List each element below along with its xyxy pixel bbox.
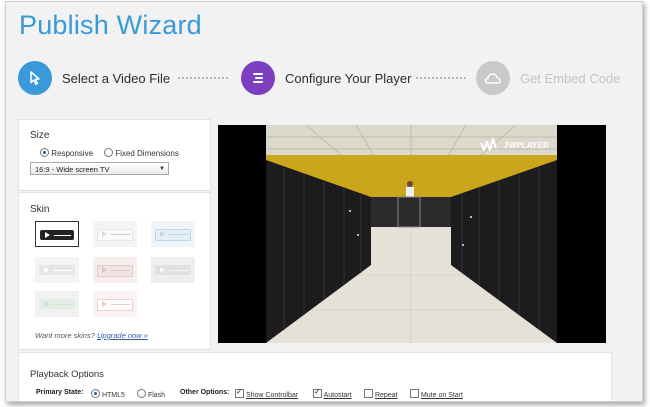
skin-option[interactable] (93, 257, 137, 283)
responsive-radio[interactable] (40, 148, 49, 157)
jwplayer-label: JWPLAYER (503, 140, 549, 150)
autostart-option[interactable]: Autostart (313, 387, 352, 399)
page-title: Publish Wizard (19, 10, 202, 40)
flash-label: Flash (147, 392, 166, 399)
jwplayer-watermark: JWPLAYER (479, 137, 549, 153)
skin-option[interactable] (93, 221, 137, 247)
step-connector (178, 77, 228, 81)
step-label: Select a Video File (62, 70, 171, 86)
chevron-down-icon: ▼ (159, 166, 165, 172)
skin-option[interactable] (35, 257, 79, 283)
fixed-dimensions-option[interactable]: Fixed Dimensions (104, 148, 179, 158)
flash-radio[interactable] (137, 389, 146, 398)
html5-radio[interactable] (91, 389, 100, 398)
step-connector (416, 77, 466, 81)
skin-title: Skin (30, 204, 50, 215)
video-frame: JWPLAYER (266, 125, 557, 343)
mute-on-start-option[interactable]: Mute on Start (410, 389, 463, 399)
aspect-ratio-value: 16:9 - Wide screen TV (35, 165, 110, 174)
mute-on-start-label: Mute on Start (420, 392, 463, 399)
other-options-label: Other Options: (180, 389, 230, 396)
skin-panel: Skin Want more skins? Upgrade now » (18, 192, 211, 350)
size-title: Size (30, 130, 50, 141)
fixed-dimensions-label: Fixed Dimensions (115, 149, 179, 158)
video-preview[interactable]: JWPLAYER (218, 125, 606, 343)
step-label: Get Embed Code (520, 70, 621, 86)
autostart-label: Autostart (323, 392, 352, 399)
html5-option[interactable]: HTML5 (91, 389, 125, 399)
step-get-embed-code[interactable]: Get Embed Code (476, 60, 620, 96)
html5-label: HTML5 (101, 392, 125, 399)
primary-state-row: Primary State: (36, 389, 83, 396)
responsive-option[interactable]: Responsive (40, 148, 93, 158)
responsive-label: Responsive (51, 149, 94, 158)
show-controlbar-checkbox[interactable] (235, 387, 244, 398)
autostart-checkbox[interactable] (313, 387, 322, 398)
mute-on-start-checkbox[interactable] (410, 389, 419, 398)
cloud-icon (476, 61, 510, 95)
step-select-video[interactable]: Select a Video File (18, 60, 170, 96)
show-controlbar-label: Show Controlbar (245, 392, 299, 399)
skin-option[interactable] (151, 257, 195, 283)
skin-option[interactable] (35, 291, 79, 317)
step-label: Configure Your Player (285, 70, 412, 86)
aspect-ratio-select[interactable]: 16:9 - Wide screen TV ▼ (30, 162, 169, 175)
cursor-icon (18, 61, 52, 95)
size-panel: Size Responsive Fixed Dimensions 16:9 - … (18, 119, 211, 191)
list-icon (241, 61, 275, 95)
show-controlbar-option[interactable]: Show Controlbar (235, 387, 299, 399)
flash-option[interactable]: Flash (137, 389, 165, 399)
repeat-checkbox[interactable] (364, 389, 373, 398)
step-configure-player[interactable]: Configure Your Player (241, 60, 411, 96)
repeat-option[interactable]: Repeat (364, 389, 398, 399)
playback-options-panel: Playback Options Primary State: HTML5 Fl… (18, 352, 612, 401)
jw-logo-icon (479, 138, 497, 151)
fixed-dimensions-radio[interactable] (104, 148, 113, 157)
skin-option[interactable] (93, 291, 137, 317)
skin-option-selected[interactable] (35, 221, 79, 247)
primary-state-label: Primary State: (36, 389, 84, 396)
wizard-window: Publish Wizard Select a Video File Confi… (5, 1, 643, 402)
skin-option[interactable] (151, 221, 195, 247)
playback-title: Playback Options (30, 369, 104, 380)
other-options-row: Other Options: (180, 389, 229, 396)
more-skins-prompt: Want more skins? (35, 331, 95, 340)
upgrade-link[interactable]: Upgrade now » (97, 331, 148, 340)
repeat-label: Repeat (374, 392, 398, 399)
more-skins-text: Want more skins? Upgrade now » (35, 331, 148, 340)
wizard-steps: Select a Video File Configure Your Playe… (18, 60, 620, 98)
